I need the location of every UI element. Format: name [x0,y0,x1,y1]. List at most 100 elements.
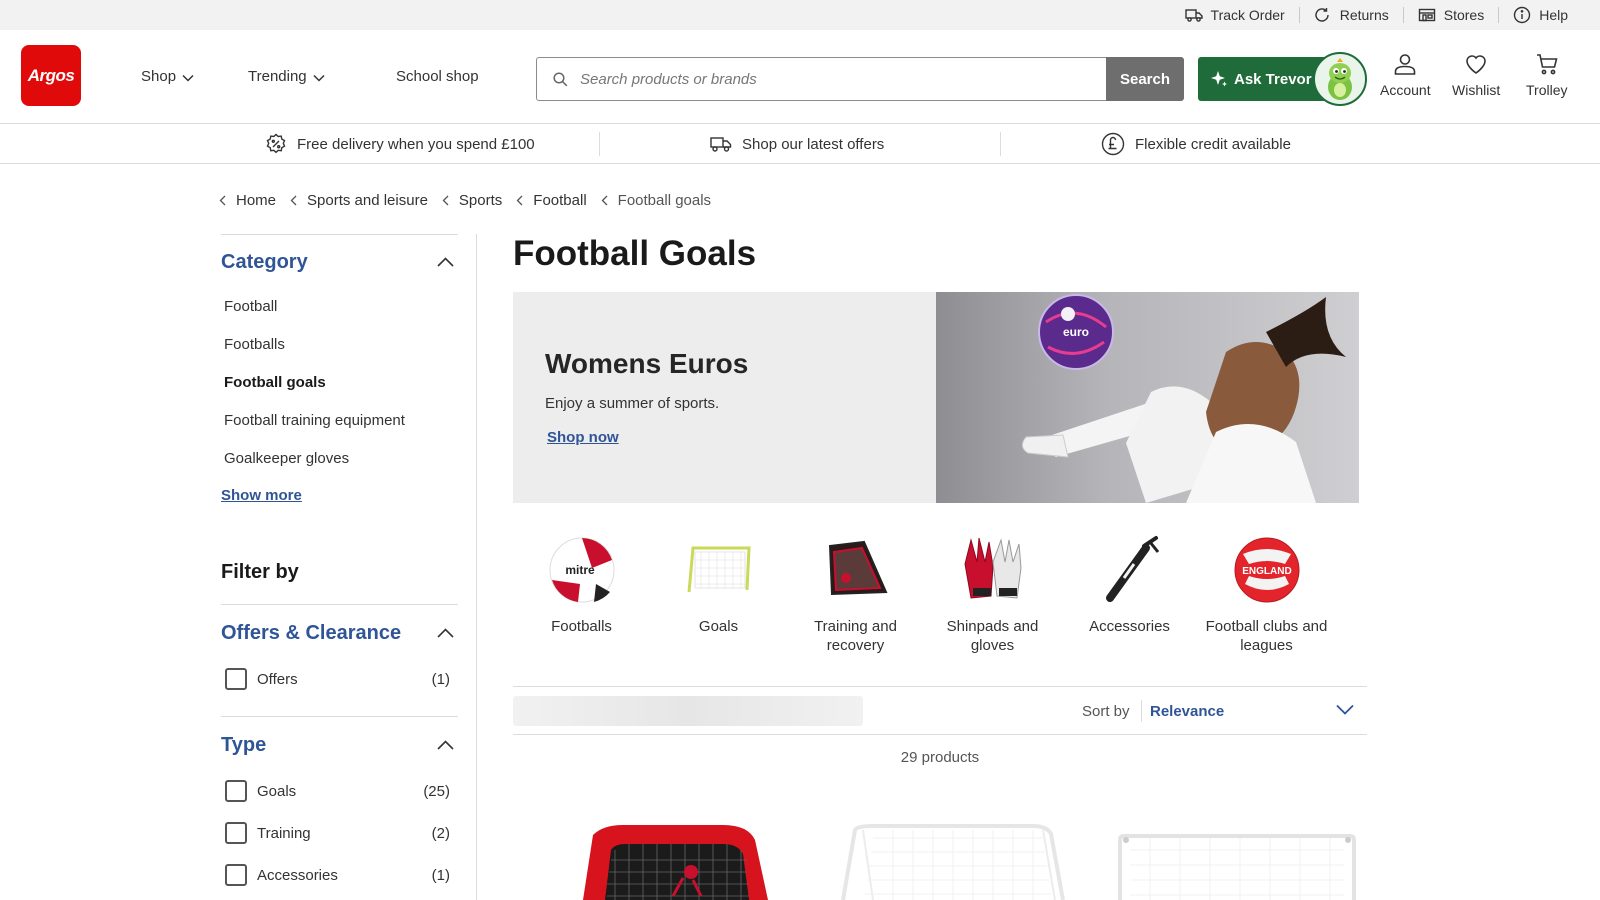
product-image-frame-goal[interactable] [1110,810,1370,900]
returns-link[interactable]: Returns [1300,7,1403,23]
benefit-divider [1000,132,1001,156]
chevron-left-icon [219,195,226,206]
category-tile-training[interactable]: Training and recovery [787,534,924,655]
pound-icon [1101,132,1125,156]
promo-banner[interactable]: Womens Euros Enjoy a summer of sports. S… [513,292,1359,503]
help-label: Help [1539,7,1568,23]
sidebar-divider [221,716,458,717]
nav-school-shop[interactable]: School shop [396,68,479,85]
category-tile-goals[interactable]: Goals [650,534,787,636]
promo-subtitle: Enjoy a summer of sports. [545,395,720,412]
argos-logo[interactable]: Argos [21,45,81,106]
accessories-checkbox[interactable] [225,864,247,886]
benefit-latest-offers-label: Shop our latest offers [742,135,885,153]
frame-goal-image [1118,834,1356,900]
wishlist-button[interactable]: Wishlist [1452,52,1500,98]
chevron-left-icon [442,195,449,206]
sort-select[interactable]: Relevance [1150,703,1224,720]
benefit-flexible-credit[interactable]: Flexible credit available [1101,124,1291,164]
offers-section-title[interactable]: Offers & Clearance [221,622,401,645]
help-link[interactable]: Help [1499,6,1582,24]
filter-label: Accessories [257,866,338,884]
offers-checkbox[interactable] [225,668,247,690]
england-football-icon: ENGLAND [1234,537,1299,603]
store-icon [1418,8,1435,22]
pop-up-goal-image [583,825,768,900]
chevron-up-icon[interactable] [437,740,454,750]
nav-school-shop-label: School shop [396,68,479,85]
product-count: 29 products [900,749,980,766]
sidebar-category-footballs[interactable]: Footballs [224,336,285,353]
ask-trevor-button[interactable]: Ask Trevor [1198,57,1332,101]
category-tile-clubs-leagues[interactable]: ENGLAND Football clubs and leagues [1198,534,1335,655]
breadcrumb-home[interactable]: Home [219,192,276,209]
category-label: Goals [698,618,739,635]
filter-training[interactable]: Training (2) [225,822,450,844]
chevron-left-icon [290,195,297,206]
site-header: Argos Shop Trending School shop Search A… [0,30,1600,124]
category-label: Accessories [1089,618,1170,635]
utility-bar: Track Order Returns Stores Help [0,0,1600,30]
benefit-divider [599,132,600,156]
goals-checkbox[interactable] [225,780,247,802]
white-goal-image [841,824,1065,900]
benefit-flexible-credit-label: Flexible credit available [1135,135,1291,153]
category-section-title[interactable]: Category [221,251,308,274]
filter-count: (2) [431,824,450,842]
filter-by-heading: Filter by [221,561,299,583]
category-tile-footballs[interactable]: mitre Footballs [513,534,650,636]
account-button[interactable]: Account [1380,52,1431,98]
sort-bar: Sort by Relevance [513,686,1367,735]
nav-shop-label: Shop [141,68,177,85]
ball-logo-text: ENGLAND [1242,566,1291,577]
chevron-up-icon[interactable] [437,257,454,267]
category-carousel: mitre Footballs Goals Training and recov… [513,534,1353,674]
filter-count: (1) [431,670,450,688]
nav-shop[interactable]: Shop [141,68,194,85]
benefit-free-delivery[interactable]: Free delivery when you spend £100 [265,124,535,164]
chevron-left-icon [516,195,523,206]
breadcrumb-sports[interactable]: Sports [442,192,502,209]
breadcrumb-label: Sports and leisure [307,192,428,209]
product-image-white-goal[interactable] [833,810,1093,900]
chevron-up-icon[interactable] [437,628,454,638]
sidebar-category-goalkeeper-gloves[interactable]: Goalkeeper gloves [224,450,349,467]
show-more-link[interactable]: Show more [221,487,302,504]
nav-trending[interactable]: Trending [248,68,325,85]
sidebar-category-training-equipment[interactable]: Football training equipment [224,412,405,429]
search-input[interactable] [580,70,1080,88]
benefit-latest-offers[interactable]: Shop our latest offers [710,124,884,164]
type-section-title[interactable]: Type [221,734,266,757]
search-button[interactable]: Search [1106,57,1184,101]
trevor-avatar[interactable] [1313,52,1367,106]
breadcrumb-sports-and-leisure[interactable]: Sports and leisure [290,192,428,209]
sidebar-category-football[interactable]: Football [224,298,277,315]
trevor-dinosaur-icon [1328,58,1352,100]
stores-link[interactable]: Stores [1404,7,1498,23]
benefits-bar: Free delivery when you spend £100 Shop o… [0,124,1600,164]
breadcrumb-football[interactable]: Football [516,192,587,209]
trolley-icon [1536,54,1558,75]
track-order-label: Track Order [1210,7,1285,23]
filter-offers[interactable]: Offers (1) [225,668,450,690]
football-mitre-icon: mitre [549,537,614,603]
sort-divider [1141,700,1142,722]
delivery-van-icon [710,137,732,152]
footballer-illustration: euro [1022,294,1346,503]
trolley-button[interactable]: Trolley [1526,52,1568,98]
category-label: Shinpads and gloves [946,618,1039,654]
track-order-link[interactable]: Track Order [1171,7,1299,23]
category-label: Football clubs and leagues [1205,618,1328,654]
breadcrumb-label: Sports [458,192,503,209]
promo-shop-now-link[interactable]: Shop now [547,429,619,446]
product-image-pop-up-goal[interactable] [563,810,823,900]
breadcrumb-label: Football goals [617,192,712,209]
filter-goals[interactable]: Goals (25) [225,780,450,802]
sidebar-category-football-goals[interactable]: Football goals [224,374,326,391]
category-tile-shinpads[interactable]: Shinpads and gloves [924,534,1061,655]
category-tile-accessories[interactable]: Accessories [1061,534,1198,636]
chevron-down-icon[interactable] [1336,704,1354,715]
training-checkbox[interactable] [225,822,247,844]
filter-accessories[interactable]: Accessories (1) [225,864,450,886]
ball-logo-text: mitre [565,563,595,577]
